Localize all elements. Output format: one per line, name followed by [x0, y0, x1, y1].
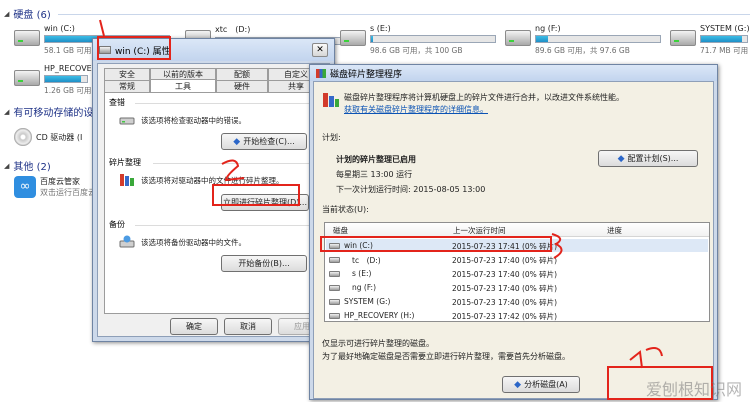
tab-tools[interactable]: 工具: [150, 79, 216, 92]
annotation-marks: [99, 19, 663, 369]
watermark: 爱刨根知识网: [645, 380, 742, 399]
